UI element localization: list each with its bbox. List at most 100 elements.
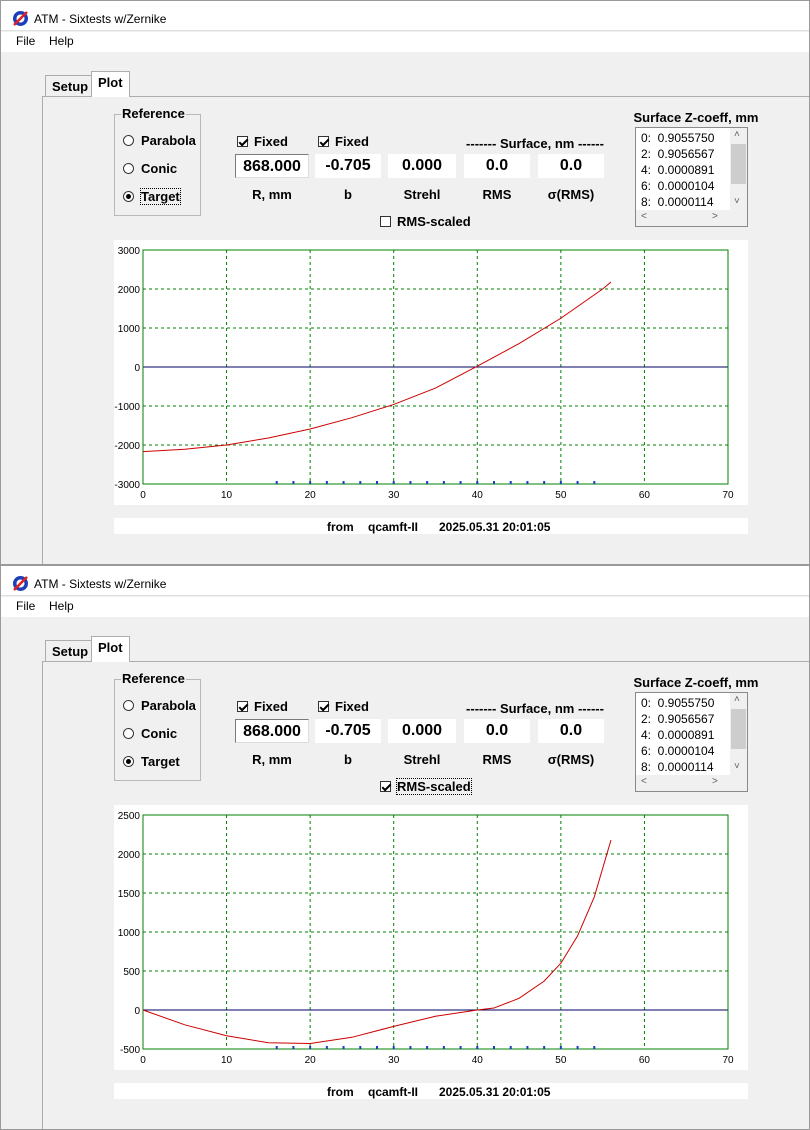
radio-parabola[interactable]: Parabola xyxy=(123,132,201,150)
radio-target[interactable]: Target xyxy=(123,188,201,206)
r-caption: R, mm xyxy=(252,187,292,202)
fixed-b-checkbox[interactable]: Fixed xyxy=(318,133,378,151)
strehl-value: 0.000 xyxy=(388,154,456,178)
menu-bar: File Help xyxy=(1,597,809,617)
fixed-b-checkbox[interactable]: Fixed xyxy=(318,698,378,716)
menu-file[interactable]: File xyxy=(16,599,35,613)
title-bar[interactable]: ATM - Sixtests w/Zernike xyxy=(1,566,809,596)
surface-error-chart: 0 10 20 30 40 50 60 70 3000 2000 1000 0 -1000 -2000 -3… xyxy=(114,246,734,501)
tab-plot[interactable]: Plot xyxy=(91,636,130,662)
y-tick-label: 2000 xyxy=(118,285,141,296)
scroll-thumb[interactable] xyxy=(731,709,746,749)
radio-parabola[interactable]: Parabola xyxy=(123,697,201,715)
rms-value: 0.0 xyxy=(464,154,530,178)
x-tick-label: 50 xyxy=(555,1055,567,1066)
fixed-r-label: Fixed xyxy=(254,699,288,714)
x-tick-label: 20 xyxy=(305,1055,317,1066)
r-caption: R, mm xyxy=(252,752,292,767)
fixed-r-checkbox[interactable]: Fixed xyxy=(237,698,297,716)
zcoeff-listbox[interactable]: 0: 0.9055750 2: 0.9056567 4: 0.0000891 6… xyxy=(635,127,748,227)
rms-caption: RMS xyxy=(482,187,512,202)
y-tick-label: 1000 xyxy=(118,928,141,939)
x-tick-label: 40 xyxy=(472,490,484,501)
y-tick-label: 3000 xyxy=(118,246,141,257)
x-tick-label: 50 xyxy=(555,490,567,501)
rms-scaled-checkbox[interactable]: RMS-scaled xyxy=(380,778,480,796)
surface-error-chart: 0 10 20 30 40 50 60 7025002000150010005000-500 xyxy=(118,811,734,1066)
list-item[interactable]: 4: 0.0000891 xyxy=(641,728,714,742)
reference-group-title: Reference xyxy=(121,671,186,686)
scroll-right-icon[interactable]: > xyxy=(712,776,718,787)
zcoeff-horizontal-scrollbar[interactable]: < > xyxy=(636,210,747,226)
menu-file[interactable]: File xyxy=(16,34,35,48)
zcoeff-vertical-scrollbar[interactable]: ˄ ˅ xyxy=(730,693,747,777)
rms-caption: RMS xyxy=(482,752,512,767)
rms-scaled-check-indicator xyxy=(380,781,391,792)
radio-parabola-label: Parabola xyxy=(141,698,196,713)
list-item[interactable]: 2: 0.9056567 xyxy=(641,147,714,161)
r-input[interactable]: 868.000 xyxy=(235,154,309,178)
tab-setup[interactable]: Setup xyxy=(45,75,96,97)
footer-info: from qcamft-II 2025.05.31 20:01:05 xyxy=(114,518,748,534)
series-line xyxy=(142,839,612,1045)
r-input[interactable]: 868.000 xyxy=(235,719,309,743)
x-tick-label: 20 xyxy=(305,490,317,501)
list-item[interactable]: 8: 0.0000114 xyxy=(641,195,714,209)
list-item[interactable]: 4: 0.0000891 xyxy=(641,163,714,177)
radio-target-label: Target xyxy=(140,188,181,205)
b-value: -0.705 xyxy=(315,154,381,178)
rms-scaled-check-indicator xyxy=(380,216,391,227)
zcoeff-horizontal-scrollbar[interactable]: < > xyxy=(636,775,747,791)
list-item[interactable]: 6: 0.0000104 xyxy=(641,179,714,193)
x-tick-label: 30 xyxy=(388,1055,400,1066)
rms-scaled-label: RMS-scaled xyxy=(396,778,472,795)
scroll-thumb[interactable] xyxy=(731,144,746,184)
y-tick-label: 0 xyxy=(134,1006,140,1017)
radio-conic-label: Conic xyxy=(141,726,178,741)
scroll-down-icon[interactable]: ˅ xyxy=(734,761,740,772)
menu-help[interactable]: Help xyxy=(49,34,74,48)
app-window-2: ATM - Sixtests w/Zernike File Help Setup… xyxy=(0,565,810,1130)
tab-setup[interactable]: Setup xyxy=(45,640,96,662)
rms-scaled-checkbox[interactable]: RMS-scaled xyxy=(380,213,480,231)
fixed-r-checkbox[interactable]: Fixed xyxy=(237,133,297,151)
radio-target[interactable]: Target xyxy=(123,753,201,771)
radio-conic[interactable]: Conic xyxy=(123,160,201,178)
fixed-b-check-indicator xyxy=(318,701,329,712)
list-item[interactable]: 8: 0.0000114 xyxy=(641,760,714,774)
b-value: -0.705 xyxy=(315,719,381,743)
rms-value: 0.0 xyxy=(464,719,530,743)
scroll-left-icon[interactable]: < xyxy=(641,211,647,222)
list-item[interactable]: 6: 0.0000104 xyxy=(641,744,714,758)
reference-group: Reference Parabola Conic Target xyxy=(114,671,201,781)
radio-conic-indicator xyxy=(123,728,134,739)
menu-help[interactable]: Help xyxy=(49,599,74,613)
x-tick-label: 0 xyxy=(140,1055,146,1066)
y-tick-label: 2500 xyxy=(118,811,141,822)
strehl-value: 0.000 xyxy=(388,719,456,743)
x-tick-label: 70 xyxy=(722,1055,734,1066)
x-tick-label: 10 xyxy=(221,1055,233,1066)
list-item[interactable]: 0: 0.9055750 xyxy=(641,131,714,145)
strehl-caption: Strehl xyxy=(403,187,441,202)
title-bar[interactable]: ATM - Sixtests w/Zernike xyxy=(1,1,809,31)
scroll-down-icon[interactable]: ˅ xyxy=(734,196,740,207)
scroll-up-icon[interactable]: ˄ xyxy=(734,694,740,705)
radio-conic[interactable]: Conic xyxy=(123,725,201,743)
list-item[interactable]: 2: 0.9056567 xyxy=(641,712,714,726)
sigma-rms-caption: σ(RMS) xyxy=(547,187,595,202)
window-title: ATM - Sixtests w/Zernike xyxy=(34,12,167,26)
b-caption: b xyxy=(344,752,352,767)
radio-parabola-indicator xyxy=(123,135,134,146)
x-tick-label: 10 xyxy=(221,490,233,501)
list-item[interactable]: 0: 0.9055750 xyxy=(641,696,714,710)
tab-plot[interactable]: Plot xyxy=(91,71,130,97)
y-tick-label: 0 xyxy=(134,363,140,374)
scroll-left-icon[interactable]: < xyxy=(641,776,647,787)
zcoeff-vertical-scrollbar[interactable]: ˄ ˅ xyxy=(730,128,747,212)
scroll-up-icon[interactable]: ˄ xyxy=(734,129,740,140)
zcoeff-listbox[interactable]: 0: 0.9055750 2: 0.9056567 4: 0.0000891 6… xyxy=(635,692,748,792)
y-tick-label: -500 xyxy=(120,1045,140,1056)
scroll-right-icon[interactable]: > xyxy=(712,211,718,222)
zcoeff-title: Surface Z-coeff, mm xyxy=(633,675,759,690)
